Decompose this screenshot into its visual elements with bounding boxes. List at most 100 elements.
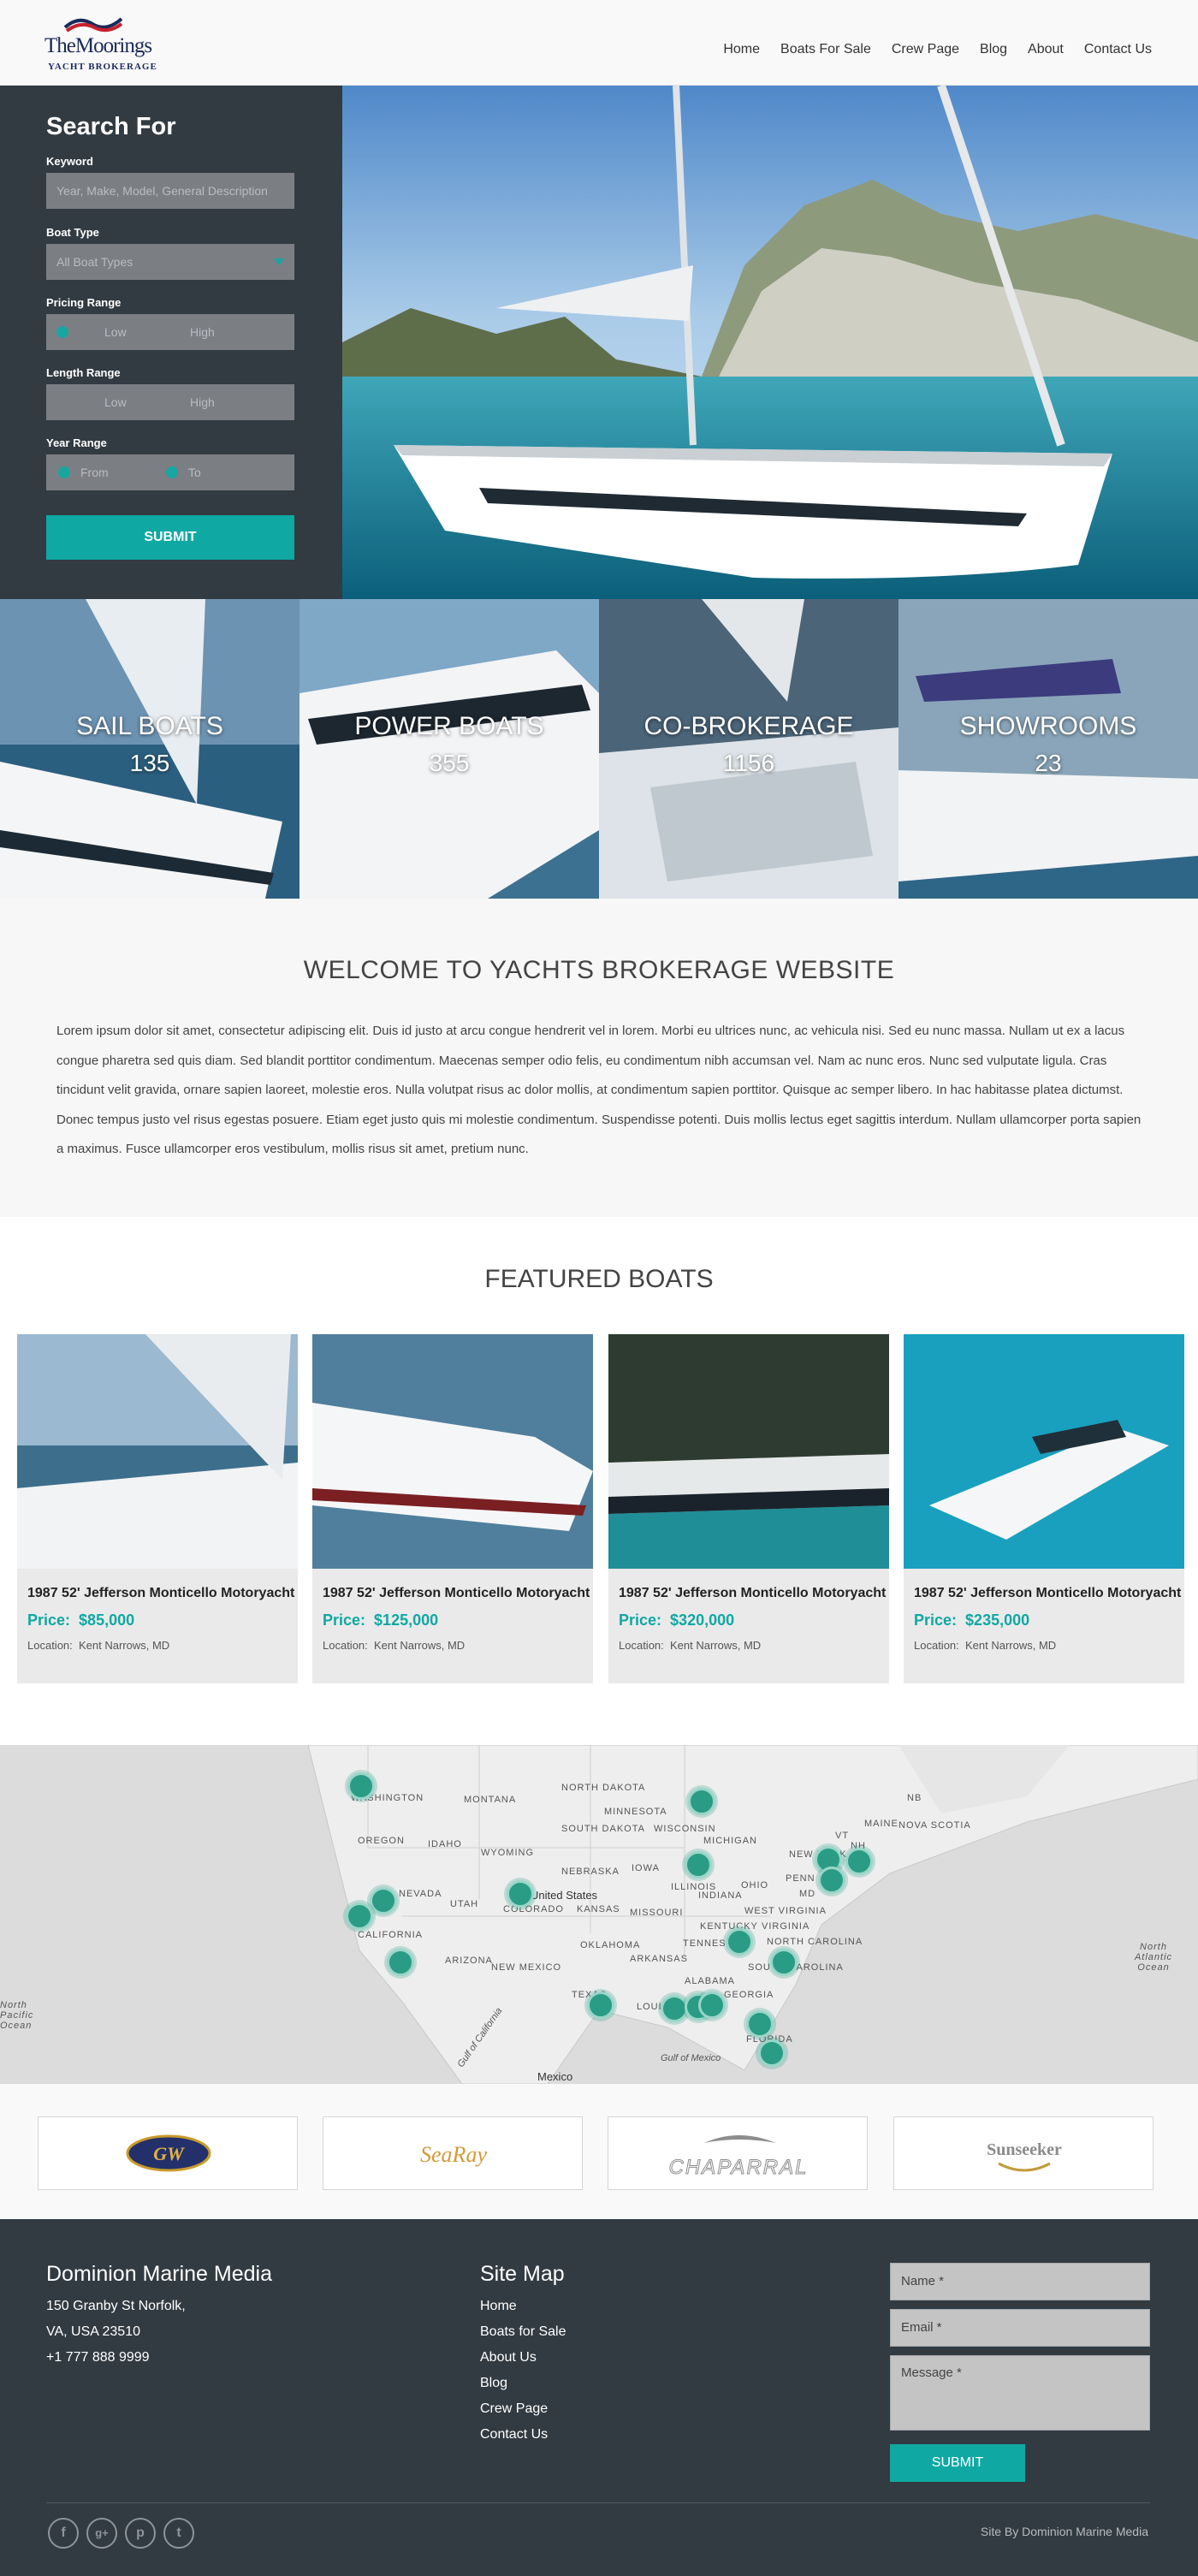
boat-type-value: All Boat Types (56, 255, 133, 269)
nav-contact-us[interactable]: Contact Us (1074, 41, 1152, 58)
brand-sunseeker-logo[interactable]: Sunseeker (893, 2116, 1154, 2190)
brand-gw-logo[interactable]: GW (38, 2116, 298, 2190)
facebook-icon[interactable]: f (48, 2518, 79, 2549)
location-map[interactable]: WASHINGTON MONTANA NORTH DAKOTA MINNESOT… (0, 1745, 1198, 2084)
featured-boat-card[interactable]: 1987 52' Jefferson Monticello Motoryacht… (904, 1334, 1184, 1683)
boat-title: 1987 52' Jefferson Monticello Motoryacht (619, 1586, 887, 1600)
contact-message-field[interactable]: Message * (890, 2355, 1150, 2431)
map-pin[interactable] (818, 1867, 845, 1894)
map-pin[interactable] (746, 2010, 774, 2038)
contact-submit-button[interactable]: SUBMIT (890, 2444, 1025, 2482)
map-label: NOVA SCOTIA (898, 1820, 971, 1831)
map-label: OHIO (741, 1880, 769, 1890)
boat-type-select[interactable]: All Boat Types (46, 244, 294, 280)
length-label: Length Range (46, 366, 121, 379)
map-pin[interactable] (845, 1848, 873, 1875)
brand-searay-logo[interactable]: SeaRay (323, 2116, 583, 2190)
year-from[interactable]: From (80, 454, 109, 490)
map-pin[interactable] (688, 1788, 715, 1815)
featured-boat-card[interactable]: 1987 52' Jefferson Monticello Motoryacht… (608, 1334, 889, 1683)
category-sail-boats[interactable]: SAIL BOATS 135 (0, 599, 300, 899)
map-label: ARKANSAS (630, 1954, 688, 1964)
twitter-icon[interactable]: t (163, 2518, 194, 2549)
sitemap-home[interactable]: Home (480, 2299, 517, 2314)
map-label: Gulf of Mexico (661, 2053, 721, 2063)
map-label: WYOMING (481, 1848, 534, 1858)
map-label: MINNESOTA (604, 1807, 667, 1817)
map-pin[interactable] (726, 1928, 753, 1956)
brand-chaparral-logo[interactable]: CHAPARRAL (608, 2116, 868, 2190)
map-pin[interactable] (370, 1887, 397, 1914)
category-title: CO-BROKERAGE (643, 712, 854, 740)
boat-title: 1987 52' Jefferson Monticello Motoryacht (914, 1586, 1182, 1600)
map-label: CALIFORNIA (358, 1930, 424, 1940)
map-label: NEVADA (399, 1889, 442, 1899)
hero-image (342, 86, 1198, 599)
price-label: Price: (27, 1611, 71, 1629)
site-header: TheMoorings YACHT BROKERAGE Home Boats F… (0, 0, 1198, 86)
sitemap-crew-page[interactable]: Crew Page (480, 2401, 548, 2417)
location-value: Kent Narrows, MD (965, 1639, 1057, 1652)
category-count: 1156 (722, 750, 775, 776)
nav-about[interactable]: About (1017, 41, 1074, 58)
map-pin[interactable] (758, 2039, 786, 2067)
map-pin[interactable] (685, 1851, 712, 1879)
featured-boat-card[interactable]: 1987 52' Jefferson Monticello Motoryacht… (17, 1334, 298, 1683)
map-label: INDIANA (698, 1890, 743, 1901)
footer-divider (46, 2502, 1150, 2503)
contact-email-field[interactable]: Email * (890, 2309, 1150, 2347)
chevron-down-icon (274, 258, 284, 265)
price-value: $320,000 (670, 1611, 735, 1629)
map-pin[interactable] (507, 1880, 534, 1908)
calendar-icon (58, 466, 70, 478)
length-low[interactable]: Low (104, 384, 127, 420)
category-title: POWER BOATS (354, 712, 544, 740)
location-value: Kent Narrows, MD (670, 1639, 762, 1652)
contact-name-field[interactable]: Name * (890, 2263, 1150, 2300)
map-label: IDAHO (428, 1839, 462, 1849)
map-pin[interactable] (387, 1949, 414, 1976)
pricing-high[interactable]: High (190, 314, 215, 350)
featured-boat-card[interactable]: 1987 52' Jefferson Monticello Motoryacht… (312, 1334, 593, 1683)
nav-blog[interactable]: Blog (970, 41, 1017, 58)
footer-phone[interactable]: +1 777 888 9999 (46, 2350, 150, 2365)
price-label: Price: (619, 1611, 662, 1629)
map-pin[interactable] (346, 1902, 373, 1930)
google-plus-icon[interactable]: g+ (86, 2518, 117, 2549)
pinterest-icon[interactable]: p (125, 2518, 156, 2549)
moorings-logo[interactable]: TheMoorings YACHT BROKERAGE (44, 12, 157, 74)
search-submit-button[interactable]: SUBMIT (46, 515, 294, 560)
keyword-input[interactable]: Year, Make, Model, General Description (46, 173, 294, 209)
sitemap-contact-us[interactable]: Contact Us (480, 2427, 548, 2442)
year-range[interactable]: From To (46, 454, 294, 490)
boat-photo (312, 1334, 593, 1569)
sitemap-blog[interactable]: Blog (480, 2376, 507, 2391)
site-credit[interactable]: Site By Dominion Marine Media (981, 2525, 1148, 2538)
pricing-low[interactable]: Low (104, 314, 127, 350)
nav-crew-page[interactable]: Crew Page (881, 41, 970, 58)
boat-price: Price: $125,000 (323, 1611, 438, 1629)
map-pin[interactable] (698, 1991, 726, 2019)
map-pin[interactable] (347, 1772, 375, 1800)
location-label: Location: (27, 1639, 73, 1652)
category-power-boats[interactable]: POWER BOATS 355 (300, 599, 599, 899)
nav-home[interactable]: Home (713, 41, 770, 58)
name-placeholder: Name * (901, 2274, 945, 2288)
year-to[interactable]: To (188, 454, 201, 490)
year-label: Year Range (46, 436, 107, 449)
length-range[interactable]: Low High (46, 384, 294, 420)
price-label: Price: (323, 1611, 366, 1629)
pricing-range[interactable]: Low High (46, 314, 294, 350)
site-footer: Dominion Marine Media 150 Granby St Norf… (0, 2219, 1198, 2576)
map-pin[interactable] (587, 1991, 614, 2019)
brand-name: Sunseeker (987, 2140, 1062, 2159)
category-showrooms[interactable]: SHOWROOMS 23 (898, 599, 1198, 899)
category-co-brokerage[interactable]: CO-BROKERAGE 1156 (599, 599, 898, 899)
map-pin[interactable] (770, 1949, 798, 1976)
nav-boats-for-sale[interactable]: Boats For Sale (770, 41, 881, 58)
sitemap-about-us[interactable]: About Us (480, 2350, 537, 2365)
message-placeholder: Message * (901, 2365, 962, 2380)
length-high[interactable]: High (190, 384, 215, 420)
sitemap-boats-for-sale[interactable]: Boats for Sale (480, 2324, 566, 2340)
price-value: $235,000 (965, 1611, 1030, 1629)
